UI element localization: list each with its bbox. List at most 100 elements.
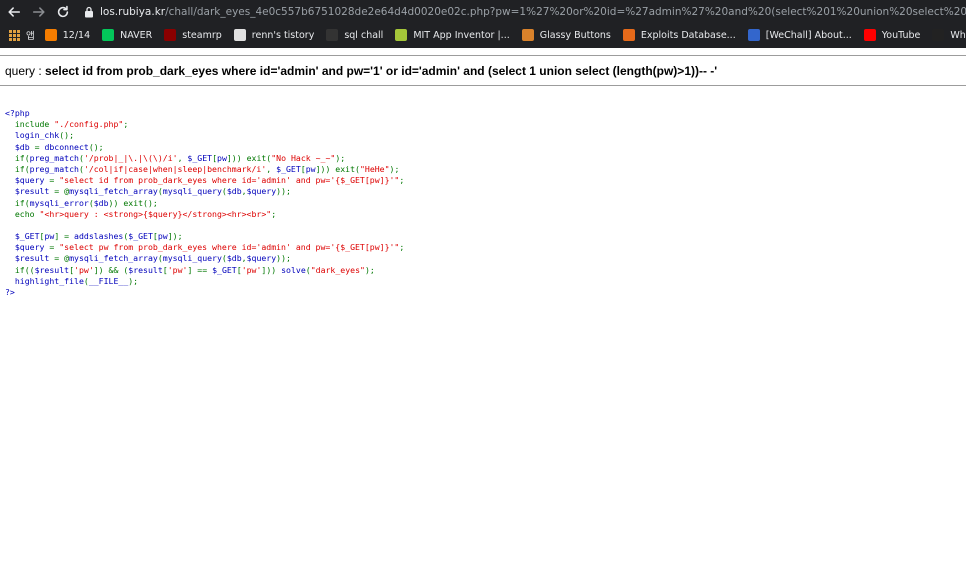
bookmark-label: NAVER bbox=[120, 29, 153, 41]
lock-icon bbox=[84, 4, 94, 20]
top-divider bbox=[0, 55, 966, 56]
browser-chrome: los.rubiya.kr/chall/dark_eyes_4e0c557b67… bbox=[0, 0, 966, 48]
bookmark-label: MIT App Inventor |... bbox=[413, 29, 510, 41]
forward-button[interactable] bbox=[30, 3, 48, 21]
address-row: los.rubiya.kr/chall/dark_eyes_4e0c557b67… bbox=[0, 0, 966, 24]
code-token: if( bbox=[5, 152, 30, 163]
naver-icon bbox=[102, 29, 115, 41]
code-token: ); bbox=[335, 152, 346, 163]
code-token: $db bbox=[226, 186, 242, 197]
steamrp-icon bbox=[164, 29, 177, 41]
code-token: $query bbox=[246, 186, 277, 197]
code-token: addslashes bbox=[74, 231, 124, 242]
url-path: /chall/dark_eyes_4e0c557b6751028de2e64d4… bbox=[165, 6, 966, 18]
code-line: $result = @mysqli_fetch_array(mysqli_que… bbox=[5, 186, 404, 197]
code-token: ; bbox=[399, 175, 405, 186]
code-token: include bbox=[5, 119, 55, 130]
code-token: login_chk bbox=[5, 130, 60, 141]
code-token: ] = bbox=[54, 231, 75, 242]
bookmark-exploitdb[interactable]: Exploits Database... bbox=[622, 24, 736, 46]
bookmark-apps[interactable]: 앱 bbox=[8, 24, 35, 46]
query-divider bbox=[0, 85, 966, 86]
code-token: ?> bbox=[5, 287, 15, 297]
code-token: if( bbox=[5, 163, 30, 174]
glassy-icon bbox=[521, 29, 534, 41]
code-token: )) exit(); bbox=[108, 197, 158, 208]
code-line: include "./config.php"; bbox=[5, 119, 404, 130]
code-line: if(preg_match('/prob|_|\.|\(\)/i', $_GET… bbox=[5, 153, 404, 164]
code-token: highlight_file bbox=[5, 275, 84, 286]
bookmark-label: Glassy Buttons bbox=[539, 29, 611, 41]
bookmark-z[interactable]: sql chall bbox=[326, 24, 383, 46]
bookmark-label: Whats My IP Addr... bbox=[950, 29, 966, 41]
bookmark-whatsmyip[interactable]: Whats My IP Addr... bbox=[932, 24, 966, 46]
code-line: $query = "select pw from prob_dark_eyes … bbox=[5, 242, 404, 253]
code-token: $db bbox=[5, 141, 35, 152]
wechall-icon bbox=[747, 29, 760, 41]
bookmark-wechall[interactable]: [WeChall] About... bbox=[747, 24, 852, 46]
code-token: , bbox=[177, 152, 188, 163]
code-token: '/col|if|case|when|sleep|benchmark/i' bbox=[83, 163, 267, 174]
code-token: 'pw' bbox=[241, 264, 262, 275]
code-token: $query bbox=[246, 253, 277, 264]
code-token: ]) && ( bbox=[93, 264, 129, 275]
exploitdb-icon bbox=[622, 29, 635, 41]
bookmark-naver[interactable]: NAVER bbox=[102, 24, 152, 46]
code-token: $_GET bbox=[212, 264, 237, 275]
query-text: select id from prob_dark_eyes where id='… bbox=[45, 64, 718, 78]
reload-button[interactable] bbox=[54, 3, 72, 21]
code-token: ; bbox=[123, 119, 129, 130]
youtube-icon bbox=[863, 29, 876, 41]
code-token: ); bbox=[364, 264, 375, 275]
mit-icon bbox=[395, 29, 408, 41]
code-token: echo bbox=[5, 208, 40, 219]
reload-icon bbox=[57, 5, 69, 18]
code-line: if(mysqli_error($db)) exit(); bbox=[5, 198, 404, 209]
tistory-icon bbox=[233, 29, 246, 41]
code-token: $result bbox=[5, 186, 55, 197]
code-token: pw bbox=[305, 163, 316, 174]
code-token: $result bbox=[128, 264, 163, 275]
address-bar[interactable]: los.rubiya.kr/chall/dark_eyes_4e0c557b67… bbox=[80, 1, 966, 23]
query-line: query : select id from prob_dark_eyes wh… bbox=[5, 64, 717, 78]
bookmark-mit[interactable]: MIT App Inventor |... bbox=[395, 24, 510, 46]
code-token: if( bbox=[5, 197, 30, 208]
code-token: <?php bbox=[5, 108, 30, 118]
code-token: = @ bbox=[54, 253, 70, 264]
z-icon bbox=[326, 29, 339, 41]
code-token: preg_match bbox=[29, 163, 79, 174]
code-token: 'pw' bbox=[74, 264, 94, 275]
code-token: ])) exit( bbox=[315, 163, 360, 174]
code-token: , bbox=[266, 163, 277, 174]
bookmark-glassy[interactable]: Glassy Buttons bbox=[521, 24, 611, 46]
code-line: <?php bbox=[5, 108, 404, 119]
code-token: = @ bbox=[54, 186, 70, 197]
code-token: $_GET bbox=[187, 152, 213, 163]
back-button[interactable] bbox=[5, 3, 23, 21]
code-token: "HeHe" bbox=[359, 163, 390, 174]
code-token: = bbox=[49, 242, 60, 253]
code-line: echo "<hr>query : <strong>{$query}</stro… bbox=[5, 209, 404, 220]
code-token: (); bbox=[88, 141, 104, 152]
code-line: $db = dbconnect(); bbox=[5, 142, 404, 153]
code-token: "./config.php" bbox=[54, 119, 124, 130]
code-token: if(( bbox=[5, 264, 35, 275]
code-token: pw bbox=[157, 231, 168, 242]
bookmark-label: 12/14 bbox=[62, 29, 91, 41]
code-token: mysqli_fetch_array bbox=[69, 253, 158, 264]
code-token: )); bbox=[276, 186, 291, 197]
bookmark-tistory[interactable]: renn's tistory bbox=[233, 24, 314, 46]
bookmark-steamrp[interactable]: steamrp bbox=[164, 24, 222, 46]
arrow-left-icon bbox=[8, 7, 21, 17]
code-token: pw bbox=[44, 231, 55, 242]
bookmark-blogger[interactable]: 12/14 bbox=[44, 24, 91, 46]
code-token: ); bbox=[128, 275, 139, 286]
code-token: preg_match bbox=[29, 152, 79, 163]
code-token: mysqli_fetch_array bbox=[69, 186, 158, 197]
code-token: $query bbox=[5, 242, 50, 253]
bookmark-youtube[interactable]: YouTube bbox=[863, 24, 921, 46]
code-token: ])) bbox=[261, 264, 282, 275]
code-line: if(preg_match('/col|if|case|when|sleep|b… bbox=[5, 164, 404, 175]
bookmark-label: YouTube bbox=[881, 29, 921, 41]
